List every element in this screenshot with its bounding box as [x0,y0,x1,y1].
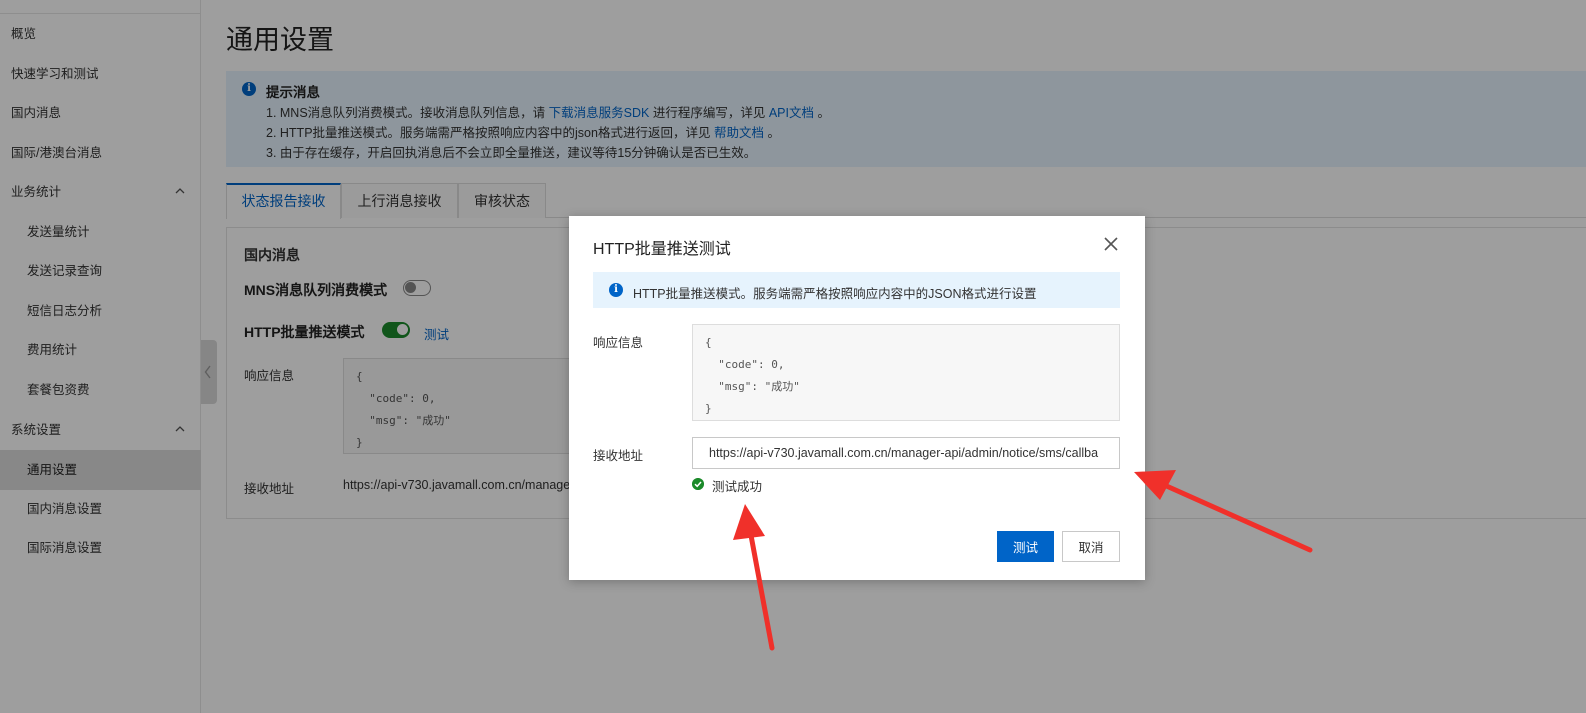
close-icon[interactable] [1103,236,1119,252]
dialog-title: HTTP批量推送测试 [593,241,731,258]
dialog-response-code-block: { "code": 0, "msg": "成功" } [692,324,1120,421]
dialog-response-label: 响应信息 [593,336,644,350]
check-circle-icon [692,478,704,490]
test-button[interactable]: 测试 [997,531,1054,562]
dialog-info-text: HTTP批量推送模式。服务端需严格按照响应内容中的JSON格式进行设置 [633,287,1037,301]
http-test-dialog: HTTP批量推送测试 i HTTP批量推送模式。服务端需严格按照响应内容中的JS… [569,216,1145,580]
dialog-address-label: 接收地址 [593,449,644,463]
success-text: 测试成功 [712,480,763,494]
cancel-button[interactable]: 取消 [1062,531,1120,562]
callback-url-input[interactable] [692,437,1120,469]
dialog-info-banner: i HTTP批量推送模式。服务端需严格按照响应内容中的JSON格式进行设置 [593,272,1120,308]
info-icon: i [609,283,623,297]
